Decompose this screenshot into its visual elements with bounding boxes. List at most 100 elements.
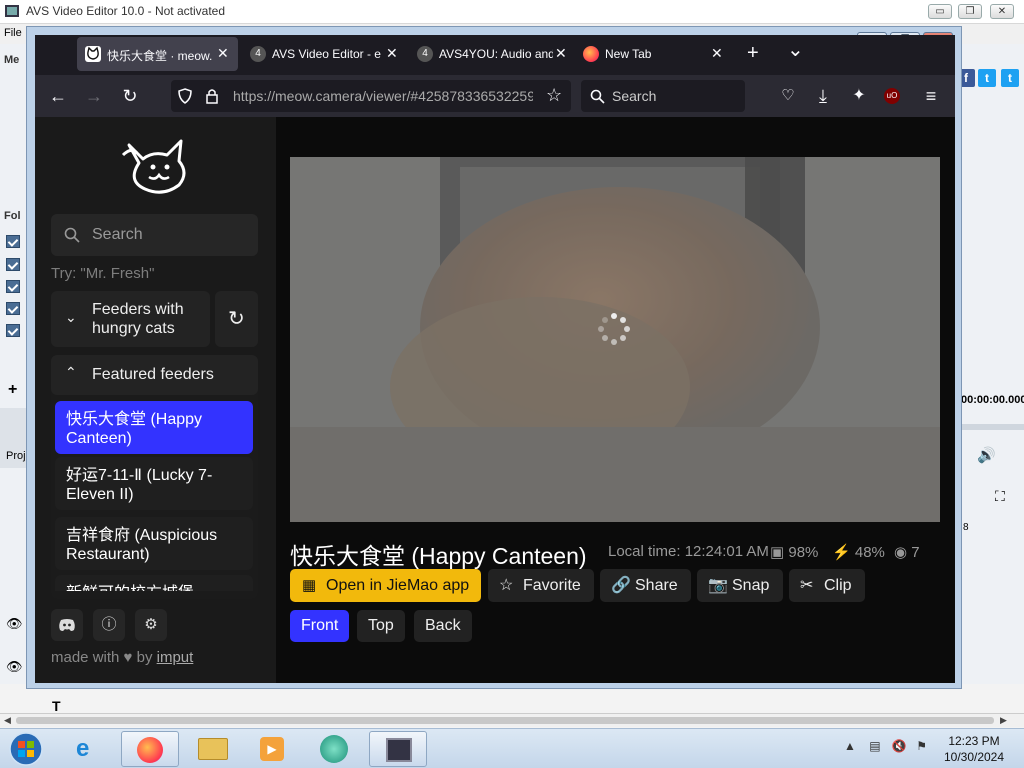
volume-muted-icon[interactable]: 🔇: [892, 739, 907, 753]
taskbar-ie[interactable]: e: [60, 731, 118, 767]
hungry-feeders-label: Feeders with hungry cats: [92, 301, 184, 337]
tab-new-tab[interactable]: New Tab ✕: [575, 37, 727, 71]
taskbar-avs-converter[interactable]: [306, 731, 364, 767]
scroll-right-icon[interactable]: ▶: [1000, 715, 1007, 726]
taskbar-firefox[interactable]: [121, 731, 179, 767]
clip-label: Clip: [824, 577, 852, 594]
tab-close-icon[interactable]: ✕: [711, 45, 723, 62]
start-button-icon[interactable]: [4, 731, 48, 767]
avs-left-panel: Me Fol + Proj 👁 👁: [0, 44, 27, 684]
tab-avs-editor[interactable]: 4 AVS Video Editor - e ✕: [242, 37, 406, 71]
feeder-item-auspicious-restaurant[interactable]: 吉祥食府 (Auspicious Restaurant): [55, 517, 253, 570]
url-bar[interactable]: https://meow.camera/viewer/#425878336532…: [171, 80, 571, 112]
settings-button[interactable]: ⚙: [135, 609, 167, 641]
avs-progress-track[interactable]: [955, 424, 1024, 430]
network-icon[interactable]: ▤: [869, 739, 880, 753]
volume-icon[interactable]: 🔊: [977, 446, 996, 464]
camera-title: 快乐大食堂 (Happy Canteen): [290, 543, 587, 569]
pocket-icon[interactable]: ♡: [777, 85, 799, 107]
featured-feeders-label: Featured feeders: [92, 366, 214, 383]
timeline-horizontal-scrollbar[interactable]: ◀ ▶: [0, 713, 1024, 727]
new-tab-button[interactable]: +: [747, 42, 759, 65]
scissors-icon: ✂: [800, 577, 814, 594]
bookmark-star-icon[interactable]: ☆: [546, 85, 562, 106]
hungry-feeders-dropdown[interactable]: ⌄ Feeders with hungry cats: [51, 291, 210, 347]
avs-restore-button[interactable]: ❐: [958, 4, 982, 19]
taskbar-avs-video-editor[interactable]: [369, 731, 427, 767]
tab-close-icon[interactable]: ✕: [217, 45, 229, 62]
tab-avs4you[interactable]: 4 AVS4YOU: Audio and ✕: [409, 37, 573, 71]
scrollbar-thumb[interactable]: [16, 717, 994, 724]
folder-icon: [198, 738, 228, 760]
folder-checkbox-4[interactable]: [6, 302, 20, 315]
refresh-icon: ↻: [228, 308, 245, 330]
feeder-item-partial[interactable]: 新鲜可的校方城堡: [55, 575, 253, 591]
open-in-app-button[interactable]: ▦ Open in JieMao app: [290, 569, 481, 602]
list-all-tabs-button[interactable]: ⌄: [787, 37, 804, 62]
twitter-icon[interactable]: t: [978, 69, 996, 87]
open-in-app-label: Open in JieMao app: [326, 577, 470, 594]
taskbar-explorer[interactable]: [184, 731, 242, 767]
view-back-button[interactable]: Back: [414, 610, 472, 642]
view-top-button[interactable]: Top: [357, 610, 405, 642]
reload-icon[interactable]: ↻: [119, 85, 141, 107]
share-button[interactable]: 🔗 Share: [600, 569, 691, 602]
folder-checkbox-5[interactable]: [6, 324, 20, 337]
eye-icon[interactable]: 👁: [6, 616, 23, 632]
favorite-button[interactable]: ☆ Favorite: [488, 569, 594, 602]
text-track-icon[interactable]: T: [52, 698, 61, 714]
clock-date: 10/30/2024: [943, 750, 1005, 764]
folder-checkbox-3[interactable]: [6, 280, 20, 293]
ublock-origin-icon[interactable]: uO: [884, 88, 900, 104]
twitter-icon-2[interactable]: t: [1001, 69, 1019, 87]
fit-icon[interactable]: ⛶: [995, 488, 1005, 505]
food-level: 98%: [788, 544, 819, 561]
refresh-button[interactable]: ↻: [215, 291, 258, 347]
avs-media-label[interactable]: Me: [4, 54, 19, 66]
extensions-icon[interactable]: ✦: [848, 85, 870, 107]
clip-button[interactable]: ✂ Clip: [789, 569, 865, 602]
search-icon: [590, 89, 605, 104]
cat-logo-icon[interactable]: [119, 133, 191, 199]
avs-folder-label: Fol: [4, 210, 21, 222]
show-hidden-icons[interactable]: ▲: [844, 739, 856, 753]
lock-icon[interactable]: [205, 88, 219, 104]
tab-close-icon[interactable]: ✕: [555, 45, 567, 62]
shield-icon[interactable]: [177, 88, 193, 104]
feeder-item-happy-canteen[interactable]: 快乐大食堂 (Happy Canteen): [55, 401, 253, 454]
info-button[interactable]: ⓘ: [93, 609, 125, 641]
view-front-button[interactable]: Front: [290, 610, 350, 642]
taskbar-media-player[interactable]: ▶: [244, 731, 302, 767]
avs-close-button[interactable]: ✕: [990, 4, 1014, 19]
scroll-left-icon[interactable]: ◀: [4, 715, 11, 726]
forward-icon[interactable]: →: [83, 85, 105, 107]
local-time: Local time: 12:24:01 AM: [608, 543, 769, 560]
snap-label: Snap: [732, 577, 770, 594]
avs-favicon-icon: 4: [417, 46, 433, 62]
menu-file[interactable]: File: [4, 27, 22, 39]
downloads-icon[interactable]: ⤓: [812, 85, 834, 107]
tab-close-icon[interactable]: ✕: [386, 45, 398, 62]
action-center-flag-icon[interactable]: ⚑: [916, 739, 927, 753]
back-icon[interactable]: ←: [47, 85, 69, 107]
tab-title: 快乐大食堂 · meow.: [107, 49, 213, 63]
menu-icon[interactable]: ≡: [920, 85, 942, 107]
avs-minimize-button[interactable]: ▭: [928, 4, 952, 19]
feeder-search-input[interactable]: Search: [51, 214, 258, 256]
search-bar[interactable]: Search: [581, 80, 745, 112]
add-icon[interactable]: +: [8, 381, 17, 399]
snap-button[interactable]: 📷 Snap: [697, 569, 783, 602]
featured-feeders-header[interactable]: ⌃ Featured feeders: [51, 355, 258, 395]
taskbar-clock[interactable]: 12:23 PM 10/30/2024: [932, 733, 1016, 765]
made-with-text: made with: [51, 649, 120, 666]
discord-button[interactable]: [51, 609, 83, 641]
feeder-item-lucky-7-eleven[interactable]: 好运7-11-Ⅱ (Lucky 7-Eleven II): [55, 457, 253, 510]
tab-meow-camera[interactable]: 快乐大食堂 · meow. ✕: [77, 37, 238, 71]
camera-video[interactable]: [290, 157, 940, 522]
gear-icon: ⚙: [144, 616, 158, 633]
url-text[interactable]: https://meow.camera/viewer/#425878336532…: [233, 88, 533, 104]
author-link[interactable]: imput: [157, 649, 194, 666]
folder-checkbox-1[interactable]: [6, 235, 20, 248]
folder-checkbox-2[interactable]: [6, 258, 20, 271]
eye-icon-2[interactable]: 👁: [6, 659, 23, 675]
